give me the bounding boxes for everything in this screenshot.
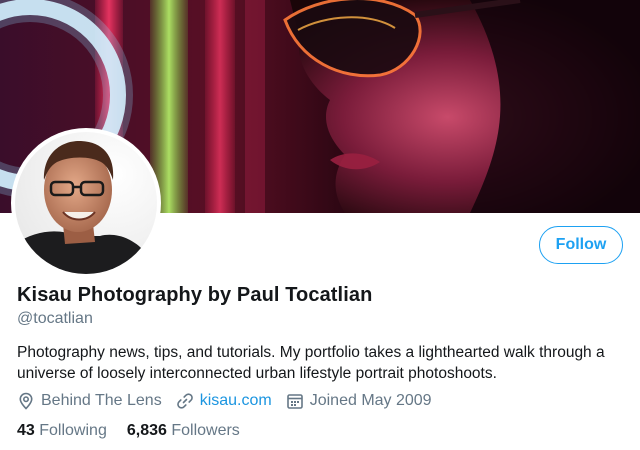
following-stat[interactable]: 43 Following [17, 422, 107, 440]
profile-meta-row: Behind The Lens kisau.com Joined May 200… [17, 389, 446, 413]
following-count: 43 [17, 422, 35, 439]
profile-website-link[interactable]: kisau.com [200, 392, 272, 410]
profile-bio: Photography news, tips, and tutorials. M… [17, 344, 605, 382]
profile-stats: 43 Following 6,836 Followers [17, 422, 260, 440]
followers-stat[interactable]: 6,836 Followers [127, 422, 240, 440]
profile-joined: Joined May 2009 [286, 392, 432, 410]
followers-count: 6,836 [126, 422, 167, 439]
profile-display-name: Kisau Photography by Paul Tocatlian [17, 284, 373, 306]
profile-joined-text: Joined May 2009 [309, 392, 432, 409]
following-label: Following [39, 422, 107, 439]
link-icon [176, 392, 194, 410]
profile-website[interactable]: kisau.com [176, 392, 272, 410]
location-pin-icon [17, 392, 35, 410]
profile-handle: @tocatlian [17, 310, 93, 327]
followers-label: Followers [171, 422, 240, 439]
profile-location: Behind The Lens [17, 392, 162, 410]
profile-location-text: Behind The Lens [41, 392, 162, 409]
profile-avatar[interactable] [11, 128, 161, 278]
follow-button[interactable]: Follow [539, 226, 623, 264]
calendar-icon [286, 392, 304, 410]
